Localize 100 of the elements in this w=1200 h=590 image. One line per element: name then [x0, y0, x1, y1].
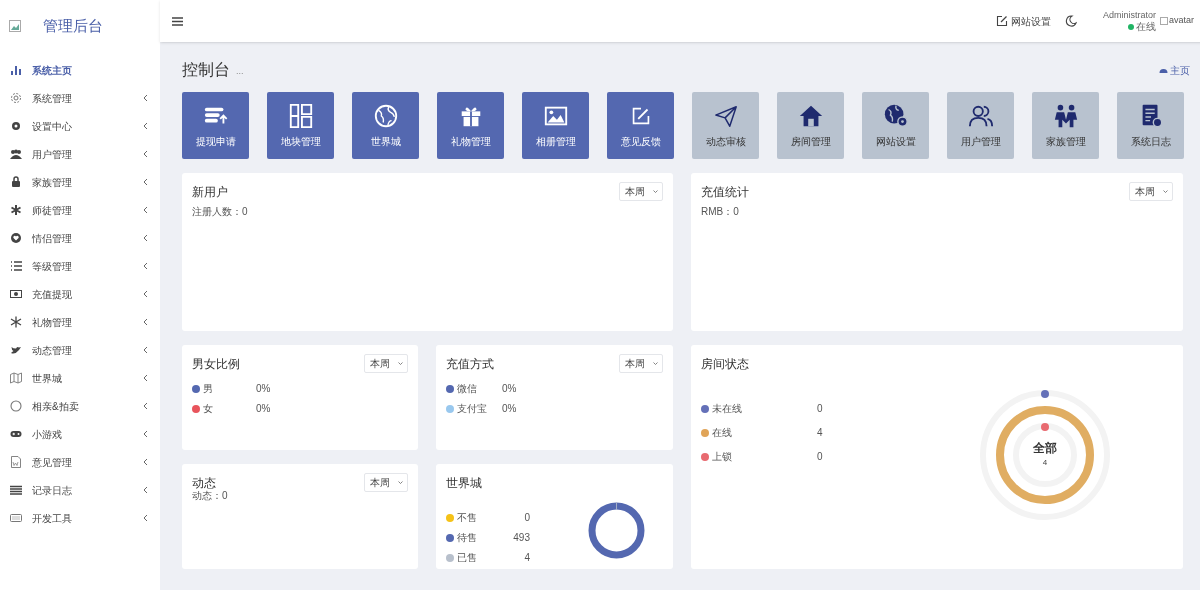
sidebar-item[interactable]: 开发工具	[0, 504, 160, 532]
broken-image-icon	[9, 20, 21, 32]
stat-text: RMB：0	[701, 205, 740, 219]
legend-value: 4	[817, 426, 823, 440]
legend-label: 上锁	[712, 450, 733, 464]
legend-label: 不售	[457, 511, 478, 525]
shortcut-tile[interactable]: 相册管理	[522, 92, 589, 159]
edit-icon	[995, 15, 1008, 27]
sidebar-item[interactable]: 小游戏	[0, 420, 160, 448]
period-select[interactable]: 本周	[619, 182, 663, 201]
legend-value: 0	[817, 450, 823, 464]
legend-label: 未在线	[712, 402, 743, 416]
shortcut-tile[interactable]: 家族管理	[1032, 92, 1099, 159]
dashboard-icon	[1159, 66, 1168, 74]
keyboard-icon	[10, 512, 22, 524]
lock-icon	[10, 176, 22, 188]
asterisk-icon	[10, 204, 22, 216]
chevron-down-icon	[398, 362, 403, 365]
period-select[interactable]: 本周	[1129, 182, 1173, 201]
legend-label: 微信	[457, 382, 478, 396]
legend-value: 493	[513, 531, 530, 545]
sidebar-item[interactable]: 动态管理	[0, 336, 160, 364]
shortcut-tile[interactable]: 提现申请	[182, 92, 249, 159]
card-title: 世界城	[446, 475, 482, 492]
chevron-down-icon	[398, 481, 403, 484]
legend-label: 在线	[712, 426, 733, 440]
sidebar-item[interactable]: 师徒管理	[0, 196, 160, 224]
shortcut-tile[interactable]: 世界城	[352, 92, 419, 159]
sidebar-item[interactable]: 用户管理	[0, 140, 160, 168]
donut-chart	[588, 502, 645, 559]
card-title: 充值统计	[701, 184, 749, 201]
shortcut-tile[interactable]: 地块管理	[267, 92, 334, 159]
legend-label: 支付宝	[457, 402, 488, 416]
broken-image-icon	[1160, 17, 1168, 25]
document-icon	[10, 456, 22, 468]
period-select[interactable]: 本周	[619, 354, 663, 373]
snowflake-icon	[10, 316, 22, 328]
sidebar-title: 管理后台	[43, 15, 103, 36]
sidebar-item[interactable]: 系统管理	[0, 84, 160, 112]
heart-icon	[10, 232, 22, 244]
legend-value: 0%	[502, 402, 517, 416]
sidebar-item[interactable]: 意见管理	[0, 448, 160, 476]
stat-text: 注册人数：0	[192, 205, 249, 219]
sidebar-item[interactable]: 礼物管理	[0, 308, 160, 336]
sidebar-item[interactable]: 等级管理	[0, 252, 160, 280]
sidebar-item[interactable]: 系统主页	[0, 56, 160, 84]
map-icon	[10, 372, 22, 384]
list-icon	[10, 260, 22, 272]
chart-center-value: 4	[1042, 457, 1048, 469]
shortcut-tile[interactable]: 系统日志	[1117, 92, 1184, 159]
gamepad-icon	[10, 428, 22, 440]
user-status: 在线	[1136, 21, 1156, 33]
sidebar-item[interactable]: 充值提现	[0, 280, 160, 308]
layout-grid-icon	[287, 102, 314, 129]
card-title: 房间状态	[701, 356, 749, 373]
page-title: 控制台	[182, 60, 230, 80]
legend-label: 女	[203, 402, 214, 416]
legend-value: 0%	[502, 382, 517, 396]
stat-text: 动态：0	[192, 489, 229, 503]
period-select[interactable]: 本周	[364, 354, 408, 373]
family-icon	[1052, 102, 1079, 129]
sidebar-item[interactable]: 记录日志	[0, 476, 160, 504]
shortcut-tile[interactable]: 房间管理	[777, 92, 844, 159]
chevron-down-icon	[1163, 190, 1168, 193]
legend-value: 0%	[256, 382, 271, 396]
legend-value: 0%	[256, 402, 271, 416]
sidebar-item[interactable]: 设置中心	[0, 112, 160, 140]
shortcut-tile[interactable]: 动态审核	[692, 92, 759, 159]
globe-icon	[372, 102, 399, 129]
moon-icon[interactable]	[1064, 15, 1077, 27]
page-subtitle: ...	[236, 65, 244, 79]
circle-icon	[10, 400, 22, 412]
chevron-down-icon	[653, 362, 658, 365]
card-title: 新用户	[192, 184, 228, 201]
chevron-down-icon	[653, 190, 658, 193]
sidebar-item[interactable]: 情侣管理	[0, 224, 160, 252]
period-select[interactable]: 本周	[364, 473, 408, 492]
legend-label: 待售	[457, 531, 478, 545]
legend-value: 0	[524, 511, 530, 525]
shortcut-tile[interactable]: 礼物管理	[437, 92, 504, 159]
shortcut-tile[interactable]: 意见反馈	[607, 92, 674, 159]
site-settings-link[interactable]: 网站设置	[995, 13, 1051, 29]
menu-icon[interactable]	[172, 16, 183, 26]
legend-value: 4	[524, 551, 530, 565]
bar-chart-icon	[10, 64, 22, 76]
breadcrumb-link[interactable]: 主页	[1159, 62, 1190, 78]
shortcut-tile[interactable]: 用户管理	[947, 92, 1014, 159]
sidebar-item[interactable]: 相亲&拍卖	[0, 392, 160, 420]
avatar[interactable]: avatar	[1160, 14, 1194, 28]
shortcut-tile[interactable]: 网站设置	[862, 92, 929, 159]
card-title: 充值方式	[446, 356, 494, 373]
chart-center-label: 全部	[1033, 441, 1057, 455]
sidebar-item[interactable]: 家族管理	[0, 168, 160, 196]
card-title: 动态	[192, 475, 216, 491]
sidebar-item[interactable]: 世界城	[0, 364, 160, 392]
banknote-icon	[10, 288, 22, 300]
bird-icon	[10, 344, 22, 356]
lines-icon	[10, 484, 22, 496]
card-title: 男女比例	[192, 356, 240, 373]
legend-label: 已售	[457, 551, 478, 565]
